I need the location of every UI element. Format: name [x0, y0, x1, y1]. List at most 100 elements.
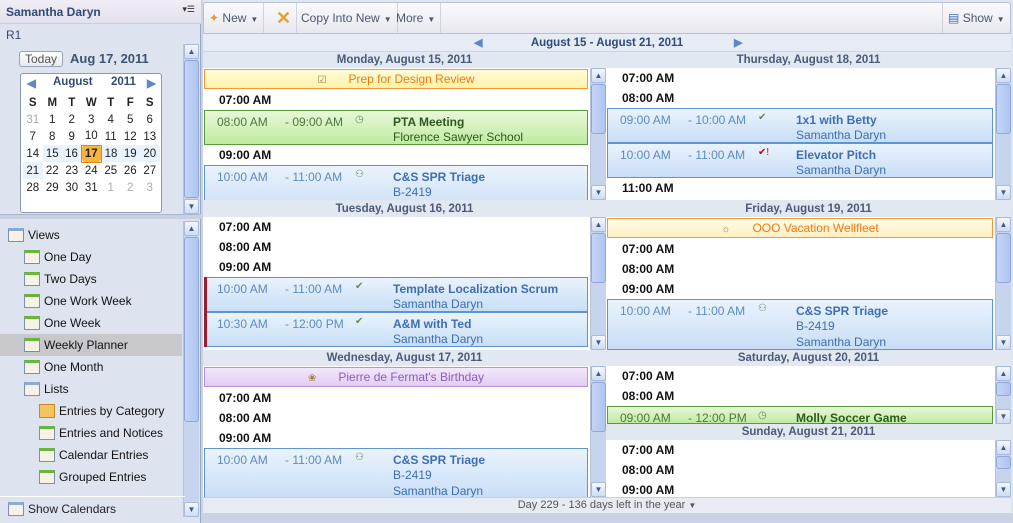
day-cell[interactable]: 1 [43, 111, 63, 128]
day-cell[interactable]: 5 [121, 111, 141, 128]
today-button[interactable]: Today [19, 51, 63, 67]
dow-row: SMTWTFS [23, 94, 160, 111]
day-cell[interactable]: 28 [23, 179, 43, 196]
event-title: 1x1 with Betty [796, 113, 877, 127]
day-cell[interactable]: 1 [101, 179, 121, 196]
day-header[interactable]: Tuesday, August 16, 2011 [203, 201, 606, 217]
day-cell[interactable]: 24 [82, 162, 102, 179]
day-cell[interactable]: 6 [140, 111, 160, 128]
calendar-event[interactable]: 10:00 AM - 11:00 AM ✔! Elevator Pitch Samant… [607, 143, 993, 178]
day-cell[interactable]: 2 [121, 179, 141, 196]
day-cell[interactable]: 31 [82, 179, 102, 196]
delete-button[interactable]: ✕ [271, 3, 298, 33]
day-header[interactable]: Sunday, August 21, 2011 [606, 424, 1011, 440]
event-title: Template Localization Scrum [393, 282, 559, 296]
day-cell[interactable]: 16 [62, 145, 82, 162]
day-cell[interactable]: 3 [82, 111, 102, 128]
new-button[interactable]: ✦ New ▼ [204, 3, 265, 33]
day-cell[interactable]: 29 [43, 179, 63, 196]
day-scrollbar[interactable]: ▲ ▼ [590, 217, 606, 350]
day-cell[interactable]: 30 [62, 179, 82, 196]
delete-x-icon: ✕ [276, 8, 292, 28]
views-scrollbar[interactable]: ▲ ▼ [183, 221, 199, 517]
list-item[interactable]: Entries and Notices [39, 422, 163, 444]
day-cell[interactable]: 22 [43, 162, 63, 179]
day-cell[interactable]: 9 [62, 128, 82, 145]
calendar-event[interactable]: 10:00 AM - 11:00 AM ✔ Template Localization… [204, 277, 588, 312]
calendar-event[interactable]: 10:00 AM- 11:00 AM⚇C&S SPR TriageB-2419S… [607, 299, 993, 350]
day-cell[interactable]: 8 [43, 128, 63, 145]
calendar-event[interactable]: 08:00 AM - 09:00 AM ◷ PTA Meeting Florence S… [204, 110, 588, 145]
view-item[interactable]: Two Days [24, 268, 97, 290]
calendar-event[interactable]: 09:00 AM - 10:00 AM ✔ 1x1 with Betty Samanth… [607, 108, 993, 143]
calendar-event[interactable]: 10:30 AM - 12:00 PM ✔ A&M with Ted Samantha … [204, 312, 588, 347]
day-cell[interactable]: 20 [140, 145, 160, 162]
day-cell[interactable]: 19 [120, 145, 140, 162]
time-label: 09:00 AM [219, 431, 272, 445]
day-cell[interactable]: 17 [81, 144, 102, 163]
year-label[interactable]: 2011 [111, 76, 136, 88]
day-header[interactable]: Thursday, August 18, 2011 [606, 52, 1011, 68]
day-cell[interactable]: 21 [23, 162, 43, 179]
list-item[interactable]: Entries by Category [39, 400, 164, 422]
day-scrollbar[interactable]: ▲ ▼ [590, 68, 606, 200]
next-week-icon[interactable]: ▶ [734, 34, 742, 52]
day-body: 07:00 AM 08:00 AM 09:00 AM ▲ ▼ [606, 440, 1011, 497]
next-month-icon[interactable]: ▶ [147, 76, 156, 90]
calendar-week-icon [24, 315, 40, 330]
panel-menu-icon[interactable]: ▾☰ [182, 4, 195, 15]
panel-splitter[interactable] [0, 214, 201, 219]
day-cell[interactable]: 13 [140, 128, 160, 145]
views-node[interactable]: Views [8, 224, 60, 246]
day-cell[interactable]: 18 [101, 145, 121, 162]
view-item[interactable]: One Month [24, 356, 103, 378]
day-header[interactable]: Monday, August 15, 2011 [203, 52, 606, 68]
minical-scrollbar[interactable]: ▲ ▼ [183, 44, 199, 214]
day-cell[interactable]: 27 [140, 162, 160, 179]
day-cell[interactable]: 7 [23, 128, 43, 145]
day-scrollbar[interactable]: ▲ ▼ [995, 68, 1011, 200]
day-header[interactable]: Saturday, August 20, 2011 [606, 350, 1011, 366]
prev-month-icon[interactable]: ◀ [27, 76, 36, 90]
day-cell[interactable]: 10 [82, 128, 102, 145]
status-bar[interactable]: Day 229 - 136 days left in the year ▼ [203, 497, 1011, 513]
day-scrollbar[interactable]: ▲ ▼ [590, 366, 606, 497]
day-scrollbar[interactable]: ▲ ▼ [995, 217, 1011, 350]
day-cell[interactable]: 11 [101, 128, 121, 145]
month-label[interactable]: August [53, 76, 93, 88]
view-item[interactable]: Weekly Planner [0, 334, 182, 356]
day-cell[interactable]: 26 [121, 162, 141, 179]
time-label: 09:00 AM [219, 260, 272, 274]
show-button[interactable]: ▤ Show ▼ [942, 3, 1010, 33]
all-day-event[interactable]: ☼ OOO Vacation Wellfleet [607, 218, 993, 238]
more-button[interactable]: More ▼ [391, 3, 442, 33]
event-start: 10:30 AM [217, 317, 268, 331]
calendar-event[interactable]: 10:00 AM- 11:00 AM⚇C&S SPR TriageB-2419S… [204, 448, 588, 497]
day-scrollbar[interactable]: ▲ ▼ [995, 366, 1011, 424]
lists-node[interactable]: Lists [24, 378, 69, 400]
view-item[interactable]: One Day [24, 246, 91, 268]
day-scrollbar[interactable]: ▲ ▼ [995, 440, 1011, 497]
day-cell[interactable]: 15 [42, 145, 62, 162]
copy-into-new-button[interactable]: Copy Into New ▼ [296, 3, 398, 33]
day-cell[interactable]: 25 [101, 162, 121, 179]
list-item[interactable]: Calendar Entries [39, 444, 148, 466]
day-cell[interactable]: 2 [62, 111, 82, 128]
day-cell[interactable]: 14 [23, 145, 43, 162]
view-item[interactable]: One Week [24, 312, 100, 334]
list-item[interactable]: Grouped Entries [39, 466, 146, 488]
all-day-event[interactable]: ☑ Prep for Design Review [204, 69, 588, 89]
day-header[interactable]: Friday, August 19, 2011 [606, 201, 1011, 217]
calendar-event[interactable]: 09:00 AM - 12:00 PM ◷ Molly Soccer Game [607, 406, 993, 424]
prev-week-icon[interactable]: ◀ [474, 34, 482, 52]
day-cell[interactable]: 23 [62, 162, 82, 179]
view-item[interactable]: One Work Week [24, 290, 132, 312]
all-day-event[interactable]: ❀ Pierre de Fermat's Birthday [204, 367, 588, 387]
show-calendars-item[interactable]: Show Calendars [0, 496, 185, 518]
day-header[interactable]: Wednesday, August 17, 2011 [203, 350, 606, 366]
calendar-event[interactable]: 10:00 AM- 11:00 AM⚇C&S SPR TriageB-2419S… [204, 165, 588, 200]
day-cell[interactable]: 4 [101, 111, 121, 128]
day-cell[interactable]: 3 [140, 179, 160, 196]
day-cell[interactable]: 12 [121, 128, 141, 145]
day-cell[interactable]: 31 [23, 111, 43, 128]
